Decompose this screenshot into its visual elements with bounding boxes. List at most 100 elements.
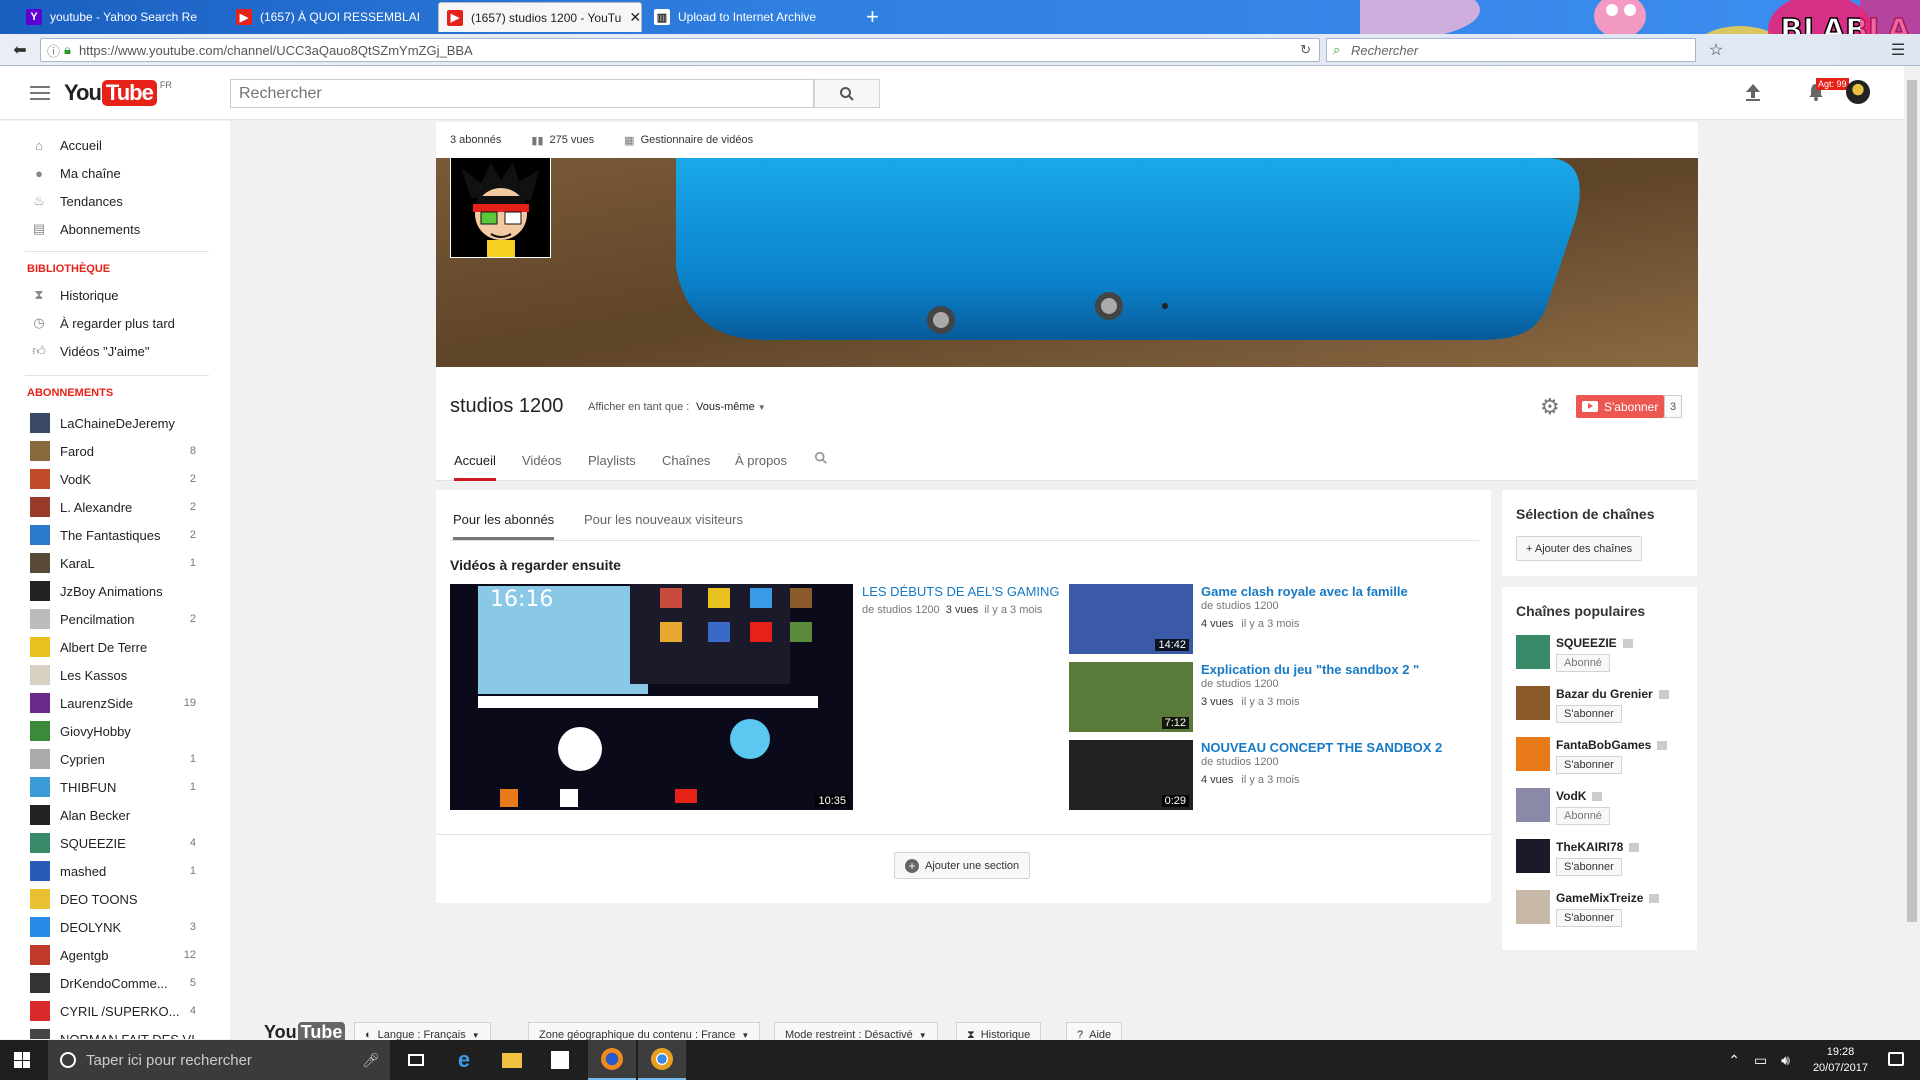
notifications-icon[interactable] [1888, 1052, 1904, 1066]
hamburger-menu-icon[interactable] [30, 83, 50, 103]
subscribe-button[interactable]: S'abonner [1556, 705, 1622, 723]
microphone-icon[interactable]: 🎤︎ [362, 1052, 380, 1069]
channel-name-link[interactable]: TheKAIRI78 [1556, 840, 1640, 854]
sidebar-item-my-channel[interactable]: ● Ma chaîne [0, 159, 230, 187]
sidebar-subscription-item[interactable]: Pencilmation 2 [0, 605, 230, 633]
video-thumbnail[interactable]: 0:29 [1069, 740, 1193, 810]
tab-about[interactable]: À propos [735, 453, 787, 481]
view-as-dropdown[interactable]: Vous-même ▼ [696, 401, 766, 413]
footer-youtube-logo[interactable]: You Tube [264, 1022, 346, 1040]
tab-playlists[interactable]: Playlists [588, 453, 636, 481]
channel-name-link[interactable]: SQUEEZIE [1556, 636, 1633, 650]
reload-icon[interactable]: ↻ [1300, 42, 1311, 58]
sidebar-subscription-item[interactable]: Albert De Terre [0, 633, 230, 661]
volume-icon[interactable]: 🔊︎ [1781, 1052, 1790, 1069]
taskbar-search[interactable]: Taper ici pour rechercher 🎤︎ [48, 1040, 390, 1080]
browser-search-field[interactable]: ⌕ Rechercher [1326, 38, 1696, 62]
tab-channels[interactable]: Chaînes [662, 453, 710, 481]
page-scrollbar[interactable] [1904, 66, 1920, 1040]
sidebar-subscription-item[interactable]: DrKendoComme... 5 [0, 969, 230, 997]
channel-avatar[interactable] [1516, 788, 1550, 822]
sidebar-subscription-item[interactable]: Cyprien 1 [0, 745, 230, 773]
account-avatar[interactable] [1846, 80, 1870, 104]
sidebar-subscription-item[interactable]: Agentgb 12 [0, 941, 230, 969]
sidebar-subscription-item[interactable]: LaurenzSide 19 [0, 689, 230, 717]
video-manager-link[interactable]: ▦ Gestionnaire de vidéos [624, 134, 753, 147]
tab-home[interactable]: Accueil [454, 453, 496, 481]
sidebar-item-history[interactable]: ⧗ Historique [0, 281, 230, 309]
windows-start-icon[interactable] [14, 1052, 30, 1068]
youtube-search-input[interactable] [230, 79, 814, 108]
video-thumbnail[interactable]: 14:42 [1069, 584, 1193, 654]
sidebar-subscription-item[interactable]: JzBoy Animations [0, 577, 230, 605]
edge-icon[interactable]: e [440, 1040, 488, 1080]
sidebar-subscription-item[interactable]: Alan Becker [0, 801, 230, 829]
channel-avatar[interactable] [450, 157, 551, 258]
subscribe-button[interactable]: S'abonner [1556, 756, 1622, 774]
browser-tab-3[interactable]: ▶ (1657) studios 1200 - YouTu ✕ [438, 2, 642, 32]
browser-tab-4[interactable]: ▥ Upload to Internet Archive [646, 2, 860, 32]
sidebar-item-liked-videos[interactable]: 👍︎ Vidéos "J'aime" [0, 337, 230, 365]
sidebar-subscription-item[interactable]: KaraL 1 [0, 549, 230, 577]
search-button[interactable] [814, 79, 880, 108]
channel-avatar[interactable] [1516, 839, 1550, 873]
new-tab-button[interactable]: + [866, 4, 879, 30]
subscribe-button[interactable]: S'abonner [1556, 858, 1622, 876]
tray-chevron-up-icon[interactable]: ⌃ [1728, 1052, 1740, 1069]
sidebar-subscription-item[interactable]: mashed 1 [0, 857, 230, 885]
subscribed-button[interactable]: Abonné [1556, 807, 1610, 825]
sidebar-subscription-item[interactable]: SQUEEZIE 4 [0, 829, 230, 857]
sidebar-subscription-item[interactable]: LaChaineDeJeremy [0, 409, 230, 437]
sidebar-subscription-item[interactable]: Les Kassos [0, 661, 230, 689]
browser-tab-1[interactable]: Y youtube - Yahoo Search Re [18, 2, 228, 32]
sidebar-subscription-item[interactable]: GiovyHobby [0, 717, 230, 745]
channel-name-link[interactable]: GameMixTreize [1556, 891, 1660, 905]
add-section-button[interactable]: + Ajouter une section [894, 852, 1031, 879]
history-button[interactable]: ⧗ Historique [956, 1022, 1042, 1040]
restricted-mode-button[interactable]: Mode restreint : Désactivé ▼ [774, 1022, 938, 1040]
content-location-button[interactable]: Zone géographique du contenu : France ▼ [528, 1022, 761, 1040]
tab-for-new-visitors[interactable]: Pour les nouveaux visiteurs [584, 512, 743, 540]
channel-name-link[interactable]: FantaBobGames [1556, 738, 1668, 752]
sidebar-item-subscriptions[interactable]: ▤ Abonnements [0, 215, 230, 243]
add-channels-button[interactable]: + Ajouter des chaînes [1516, 536, 1643, 561]
url-bar[interactable]: ⓘ 🔒︎ https://www.youtube.com/channel/UCC… [40, 38, 1320, 62]
info-icon[interactable]: ⓘ [47, 41, 60, 60]
chrome-icon[interactable] [638, 1040, 686, 1080]
sidebar-subscription-item[interactable]: VodK 2 [0, 465, 230, 493]
tab-videos[interactable]: Vidéos [522, 453, 562, 481]
close-tab-icon[interactable]: ✕ [621, 9, 641, 26]
firefox-icon[interactable] [588, 1040, 636, 1080]
upload-icon[interactable] [1744, 82, 1762, 102]
sidebar-subscription-item[interactable]: CYRIL /SUPERKO... 4 [0, 997, 230, 1025]
channel-settings-gear-icon[interactable]: ⚙ [1540, 394, 1560, 420]
video-title[interactable]: Game clash royale avec la famille [1201, 584, 1408, 599]
sidebar-item-trending[interactable]: ♨ Tendances [0, 187, 230, 215]
file-explorer-icon[interactable] [488, 1040, 536, 1080]
store-icon[interactable] [536, 1040, 584, 1080]
video-title[interactable]: Explication du jeu "the sandbox 2 " [1201, 662, 1419, 677]
channel-avatar[interactable] [1516, 737, 1550, 771]
sidebar-subscription-item[interactable]: DEOLYNK 3 [0, 913, 230, 941]
channel-avatar[interactable] [1516, 890, 1550, 924]
taskbar-clock[interactable]: 19:28 20/07/2017 [1813, 1044, 1868, 1076]
channel-name-link[interactable]: Bazar du Grenier [1556, 687, 1669, 701]
video-thumbnail[interactable]: 7:12 [1069, 662, 1193, 732]
subscribe-button[interactable]: S'abonner [1556, 909, 1622, 927]
browser-tab-2[interactable]: ▶ (1657) À QUOI RESSEMBLAI [228, 2, 438, 32]
scrollbar-thumb[interactable] [1907, 80, 1917, 922]
video-title[interactable]: NOUVEAU CONCEPT THE SANDBOX 2 [1201, 740, 1442, 755]
bookmark-star-icon[interactable]: ☆ [1704, 38, 1728, 62]
sidebar-subscription-item[interactable]: DEO TOONS [0, 885, 230, 913]
back-arrow-icon[interactable]: ⬅ [8, 38, 32, 62]
youtube-logo[interactable]: You Tube FR [64, 80, 172, 106]
featured-video-title[interactable]: LES DÉBUTS DE AEL'S GAMING [862, 584, 1060, 599]
sidebar-subscription-item[interactable]: THIBFUN 1 [0, 773, 230, 801]
sidebar-subscription-item[interactable]: Farod 8 [0, 437, 230, 465]
channel-avatar[interactable] [1516, 635, 1550, 669]
sidebar-item-watch-later[interactable]: ◷ À regarder plus tard [0, 309, 230, 337]
network-icon[interactable]: ▭ [1754, 1052, 1767, 1069]
subscribe-button[interactable]: S'abonner [1576, 395, 1664, 418]
tab-for-subscribers[interactable]: Pour les abonnés [453, 512, 555, 540]
sidebar-subscription-item[interactable]: L. Alexandre 2 [0, 493, 230, 521]
